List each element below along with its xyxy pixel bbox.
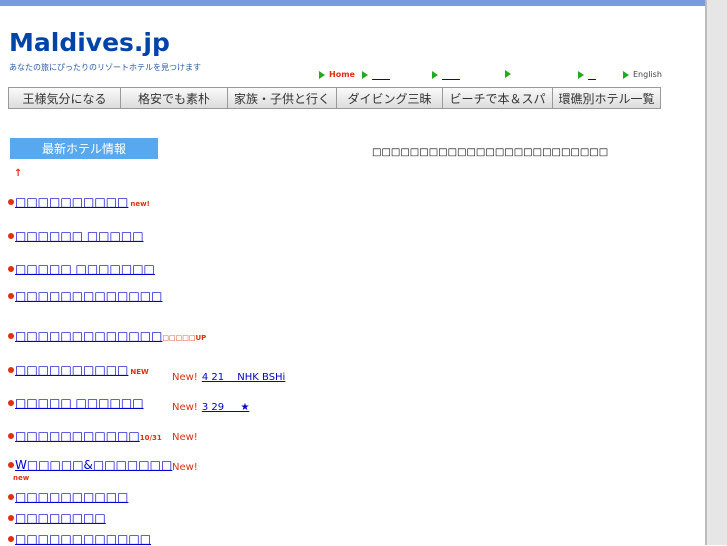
news-row: New! 3 29 ★ — [172, 398, 334, 413]
nav-english[interactable]: English — [623, 70, 662, 79]
hotel-list-item: □□□□□□□□□□□□ — [8, 532, 151, 546]
nav-english-label: English — [633, 70, 662, 79]
bullet-icon — [8, 266, 14, 272]
hotel-link[interactable]: □□□□□□ □□□□□ — [15, 229, 144, 243]
bullet-icon — [8, 536, 14, 542]
nav-arrow-icon — [578, 71, 584, 79]
nav-home[interactable]: Home — [319, 70, 355, 79]
news-new-label: New! — [172, 402, 198, 413]
news-link[interactable] — [202, 430, 324, 440]
nav-link-5[interactable] — [578, 70, 596, 80]
news-row: New! — [172, 430, 324, 443]
nav-home-label: Home — [329, 70, 355, 79]
nav-arrow-icon — [432, 71, 438, 79]
menu-family[interactable]: 家族・子供と行く — [228, 88, 337, 108]
hotel-list-item: □□□□□□□□□□□□□ — [8, 289, 162, 303]
menu-budget[interactable]: 格安でも素朴 — [121, 88, 228, 108]
site-tagline: あなたの旅にぴったりのリゾートホテルを見つけます — [9, 63, 201, 72]
item-tag: new! — [130, 200, 150, 208]
bullet-icon — [8, 400, 14, 406]
menu-atoll-list[interactable]: 環礁別ホテル一覧 — [553, 88, 660, 108]
hotel-link[interactable]: □□□□□ □□□□□□□ — [15, 262, 155, 276]
hotel-link[interactable]: W□□□□□&□□□□□□□ — [15, 458, 172, 472]
nav-arrow-icon — [319, 70, 325, 79]
nav-arrow-icon — [505, 70, 511, 78]
news-row: New! — [172, 460, 299, 473]
nav-link-4[interactable] — [505, 70, 515, 78]
site-logo[interactable]: Maldives.jp — [9, 28, 170, 57]
nav-link-5-label — [588, 70, 596, 80]
latest-hotel-heading: 最新ホテル情報 — [10, 138, 158, 159]
menu-beach-spa[interactable]: ビーチで本＆スパ — [443, 88, 553, 108]
news-link[interactable]: 3 29 ★ — [202, 398, 334, 413]
bullet-icon — [8, 367, 14, 373]
item-tag: NEW — [130, 368, 149, 376]
hotel-list-item: □□□□□□□□□□ NEW — [8, 363, 149, 377]
up-arrow-icon: ↑ — [14, 168, 23, 179]
main-title: □□□□□□□□□□□□□□□□□□□□□□□□□ — [372, 147, 609, 158]
bullet-icon — [8, 233, 14, 239]
news-new-label: New! — [172, 372, 198, 383]
hotel-link[interactable]: □□□□□□□□□□ — [15, 490, 128, 504]
hotel-link[interactable]: □□□□□□□□□□ — [15, 195, 128, 209]
news-new-label: New! — [172, 462, 198, 473]
hotel-link[interactable]: □□□□□□□□□□ — [15, 363, 128, 377]
hotel-list-item: W□□□□□&□□□□□□□ — [8, 458, 172, 472]
hotel-list-item: □□□□□□□□□□ — [8, 490, 128, 504]
menu-royal[interactable]: 王様気分になる — [9, 88, 121, 108]
nav-link-3[interactable] — [432, 70, 460, 80]
bullet-icon — [8, 515, 14, 521]
nav-link-3-label — [442, 70, 460, 80]
nav-link-2-label — [372, 70, 390, 80]
item-tag: □□□□□UP — [162, 334, 207, 342]
category-menu: 王様気分になる 格安でも素朴 家族・子供と行く ダイビング三昧 ビーチで本＆スパ… — [8, 87, 661, 109]
hotel-list-item: □□□□□□□□ — [8, 511, 106, 525]
news-new-label: New! — [172, 432, 198, 443]
top-color-bar — [0, 0, 705, 6]
news-link[interactable] — [202, 460, 299, 470]
hotel-list-item: □□□□□□ □□□□□ — [8, 229, 144, 243]
bullet-icon — [8, 199, 14, 205]
hotel-link[interactable]: □□□□□□□□□□□□□ — [15, 329, 162, 343]
news-link[interactable]: 4 21 NHK BSHi — [202, 368, 397, 383]
scroll-strip-border — [705, 0, 707, 545]
bullet-icon — [8, 333, 14, 339]
hotel-link[interactable]: □□□□□□□□□□□□□ — [15, 289, 162, 303]
hotel-link[interactable]: □□□□□□□□□□□ — [15, 429, 140, 443]
bullet-icon — [8, 293, 14, 299]
hotel-list-item: □□□□□ □□□□□□ — [8, 396, 144, 410]
item-tag: 10/31 — [139, 434, 162, 442]
hotel-list-item: □□□□□□□□□□□□□ □□□□□UP — [8, 329, 206, 343]
nav-link-2[interactable] — [362, 70, 390, 80]
hotel-link[interactable]: □□□□□□□□□□□□ — [15, 532, 151, 546]
bullet-icon — [8, 433, 14, 439]
window-scroll-strip[interactable] — [705, 0, 727, 545]
bullet-icon — [8, 462, 14, 468]
menu-diving[interactable]: ダイビング三昧 — [337, 88, 443, 108]
nav-arrow-icon — [362, 71, 368, 79]
bullet-icon — [8, 494, 14, 500]
nav-arrow-icon — [623, 70, 629, 79]
hotel-list-item: □□□□□ □□□□□□□ — [8, 262, 155, 276]
hotel-list-item: □□□□□□□□□□ new! — [8, 195, 150, 209]
news-row: New! 4 21 NHK BSHi — [172, 368, 397, 383]
item-tag: new — [13, 474, 30, 482]
hotel-list-item: □□□□□□□□□□□ 10/31 — [8, 429, 162, 443]
hotel-link[interactable]: □□□□□□□□ — [15, 511, 106, 525]
hotel-link[interactable]: □□□□□ □□□□□□ — [15, 396, 144, 410]
